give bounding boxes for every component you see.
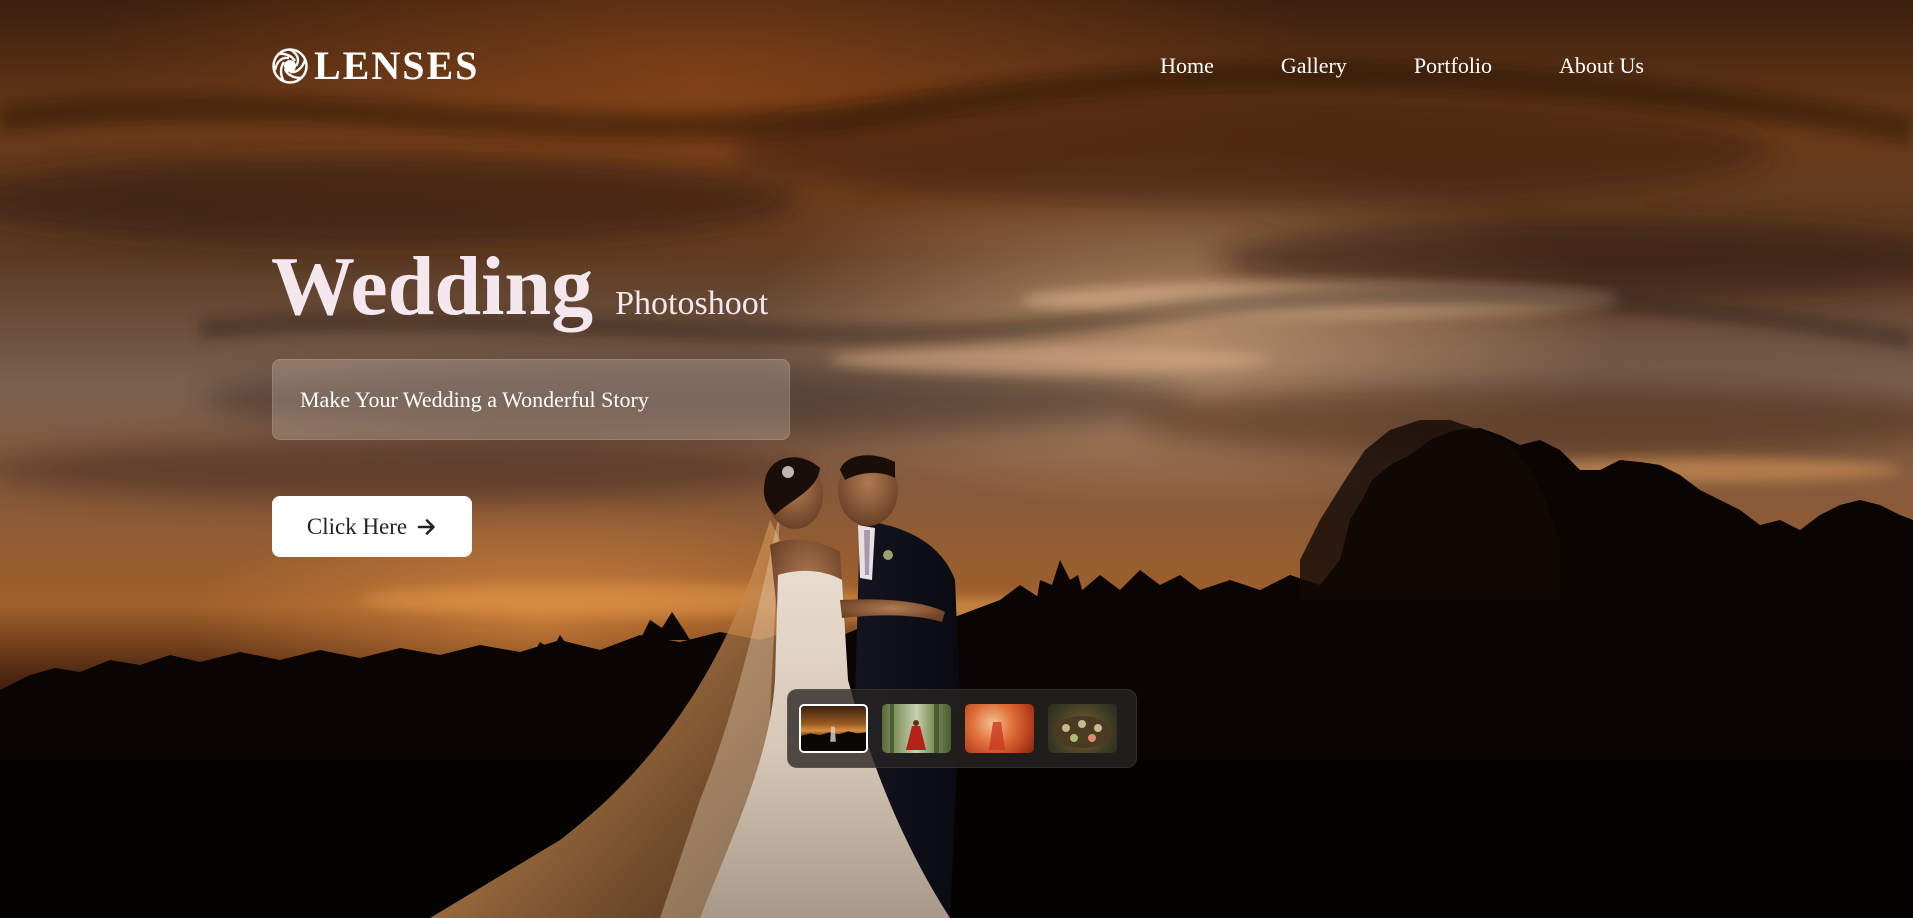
forest-red-dress-thumbnail[interactable]: [882, 704, 951, 753]
thumbnail-image: [989, 722, 1005, 750]
cta-label: Click Here: [306, 513, 408, 539]
main-menu: Home Gallery Portfolio About Us: [1160, 53, 1644, 79]
thumbnail-image: [1052, 716, 1112, 748]
hero-title: Wedding: [271, 240, 594, 333]
nav-home-link[interactable]: Home: [1160, 53, 1214, 79]
brand-logo[interactable]: LENSES: [272, 46, 479, 86]
sunset-couple-thumbnail[interactable]: [799, 704, 868, 753]
aperture-icon: [272, 48, 308, 84]
thumbnail-strip: [787, 689, 1137, 768]
arrow-right-icon: [417, 518, 435, 535]
thumbnail-image: [801, 726, 866, 751]
orange-haze-thumbnail[interactable]: [965, 704, 1034, 753]
hero-heading: Wedding Photoshoot: [271, 245, 768, 329]
nav-about-link[interactable]: About Us: [1559, 53, 1644, 79]
tagline-panel: Make Your Wedding a Wonderful Story: [272, 359, 790, 440]
table-setting-thumbnail[interactable]: [1048, 704, 1117, 753]
brand-name: LENSES: [314, 43, 480, 88]
hero-section: LENSES Home Gallery Portfolio About Us W…: [0, 0, 1913, 918]
thumbnail-image: [890, 704, 939, 753]
couple-photo: [430, 454, 960, 918]
click-here-button[interactable]: Click Here: [272, 496, 472, 557]
top-navbar: LENSES Home Gallery Portfolio About Us: [272, 40, 1644, 92]
nav-gallery-link[interactable]: Gallery: [1281, 53, 1347, 79]
nav-portfolio-link[interactable]: Portfolio: [1414, 53, 1492, 79]
hero-subtitle: Photoshoot: [615, 285, 769, 322]
hero-tagline: Make Your Wedding a Wonderful Story: [300, 386, 649, 412]
